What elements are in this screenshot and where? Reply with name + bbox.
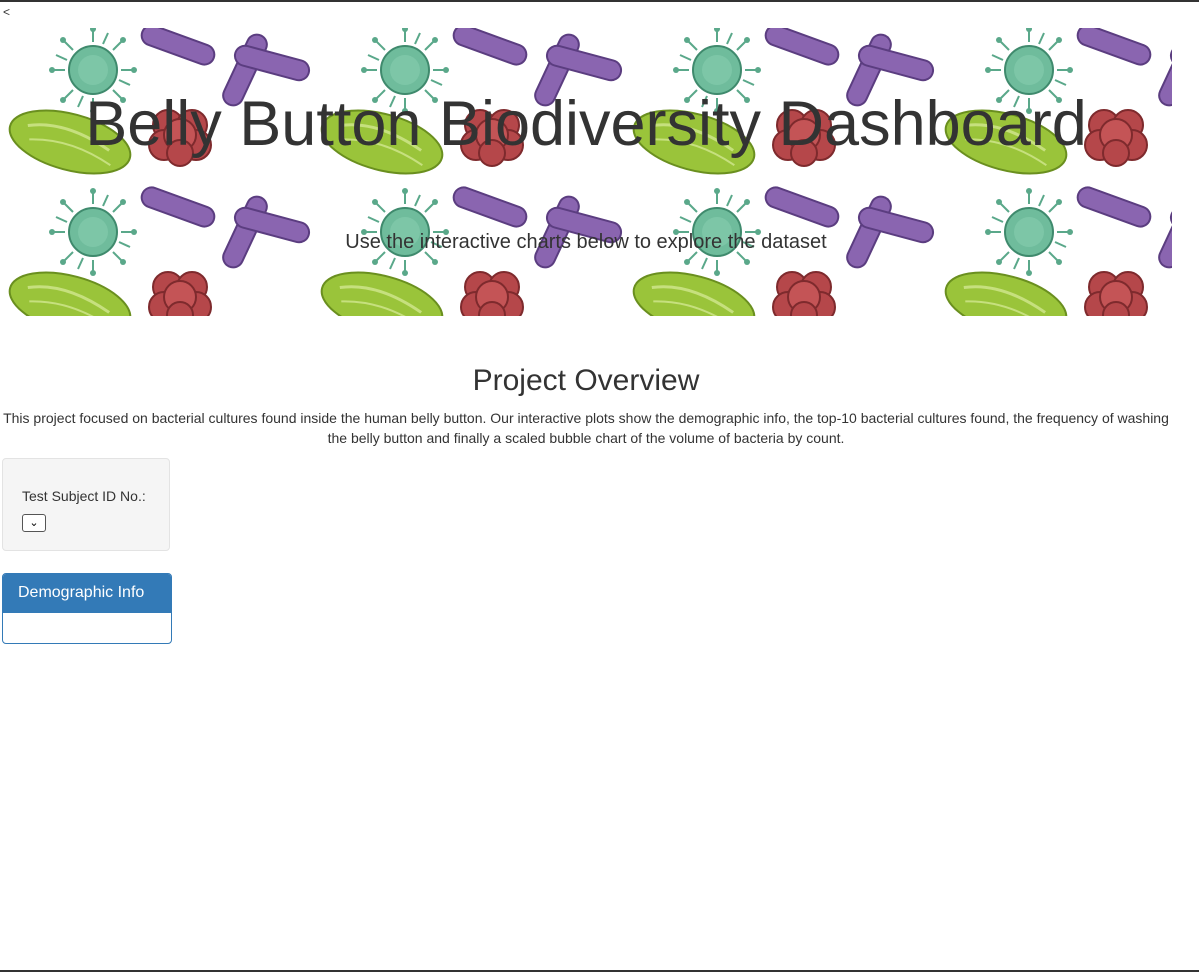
page-subtitle: Use the interactive charts below to expl… — [345, 231, 827, 253]
project-overview-heading: Project Overview — [472, 364, 700, 397]
demographic-info-heading: Demographic Info — [3, 574, 171, 613]
subject-selector-well: Test Subject ID No.: ⌄ — [2, 458, 170, 551]
demographic-info-body — [3, 613, 171, 643]
subject-id-select[interactable]: ⌄ — [22, 514, 46, 532]
demographic-info-panel: Demographic Info — [2, 573, 172, 644]
project-overview-text: This project focused on bacterial cultur… — [3, 410, 1169, 446]
chevron-down-icon: ⌄ — [29, 517, 39, 529]
header-banner: Belly Button Biodiversity Dashboard Use … — [0, 28, 1172, 316]
subject-id-label: Test Subject ID No.: — [22, 488, 146, 504]
bacteria-background-pattern — [0, 28, 1172, 316]
top-border — [0, 0, 1199, 2]
page-title: Belly Button Biodiversity Dashboard — [85, 89, 1087, 159]
stray-text: < — [3, 5, 11, 19]
